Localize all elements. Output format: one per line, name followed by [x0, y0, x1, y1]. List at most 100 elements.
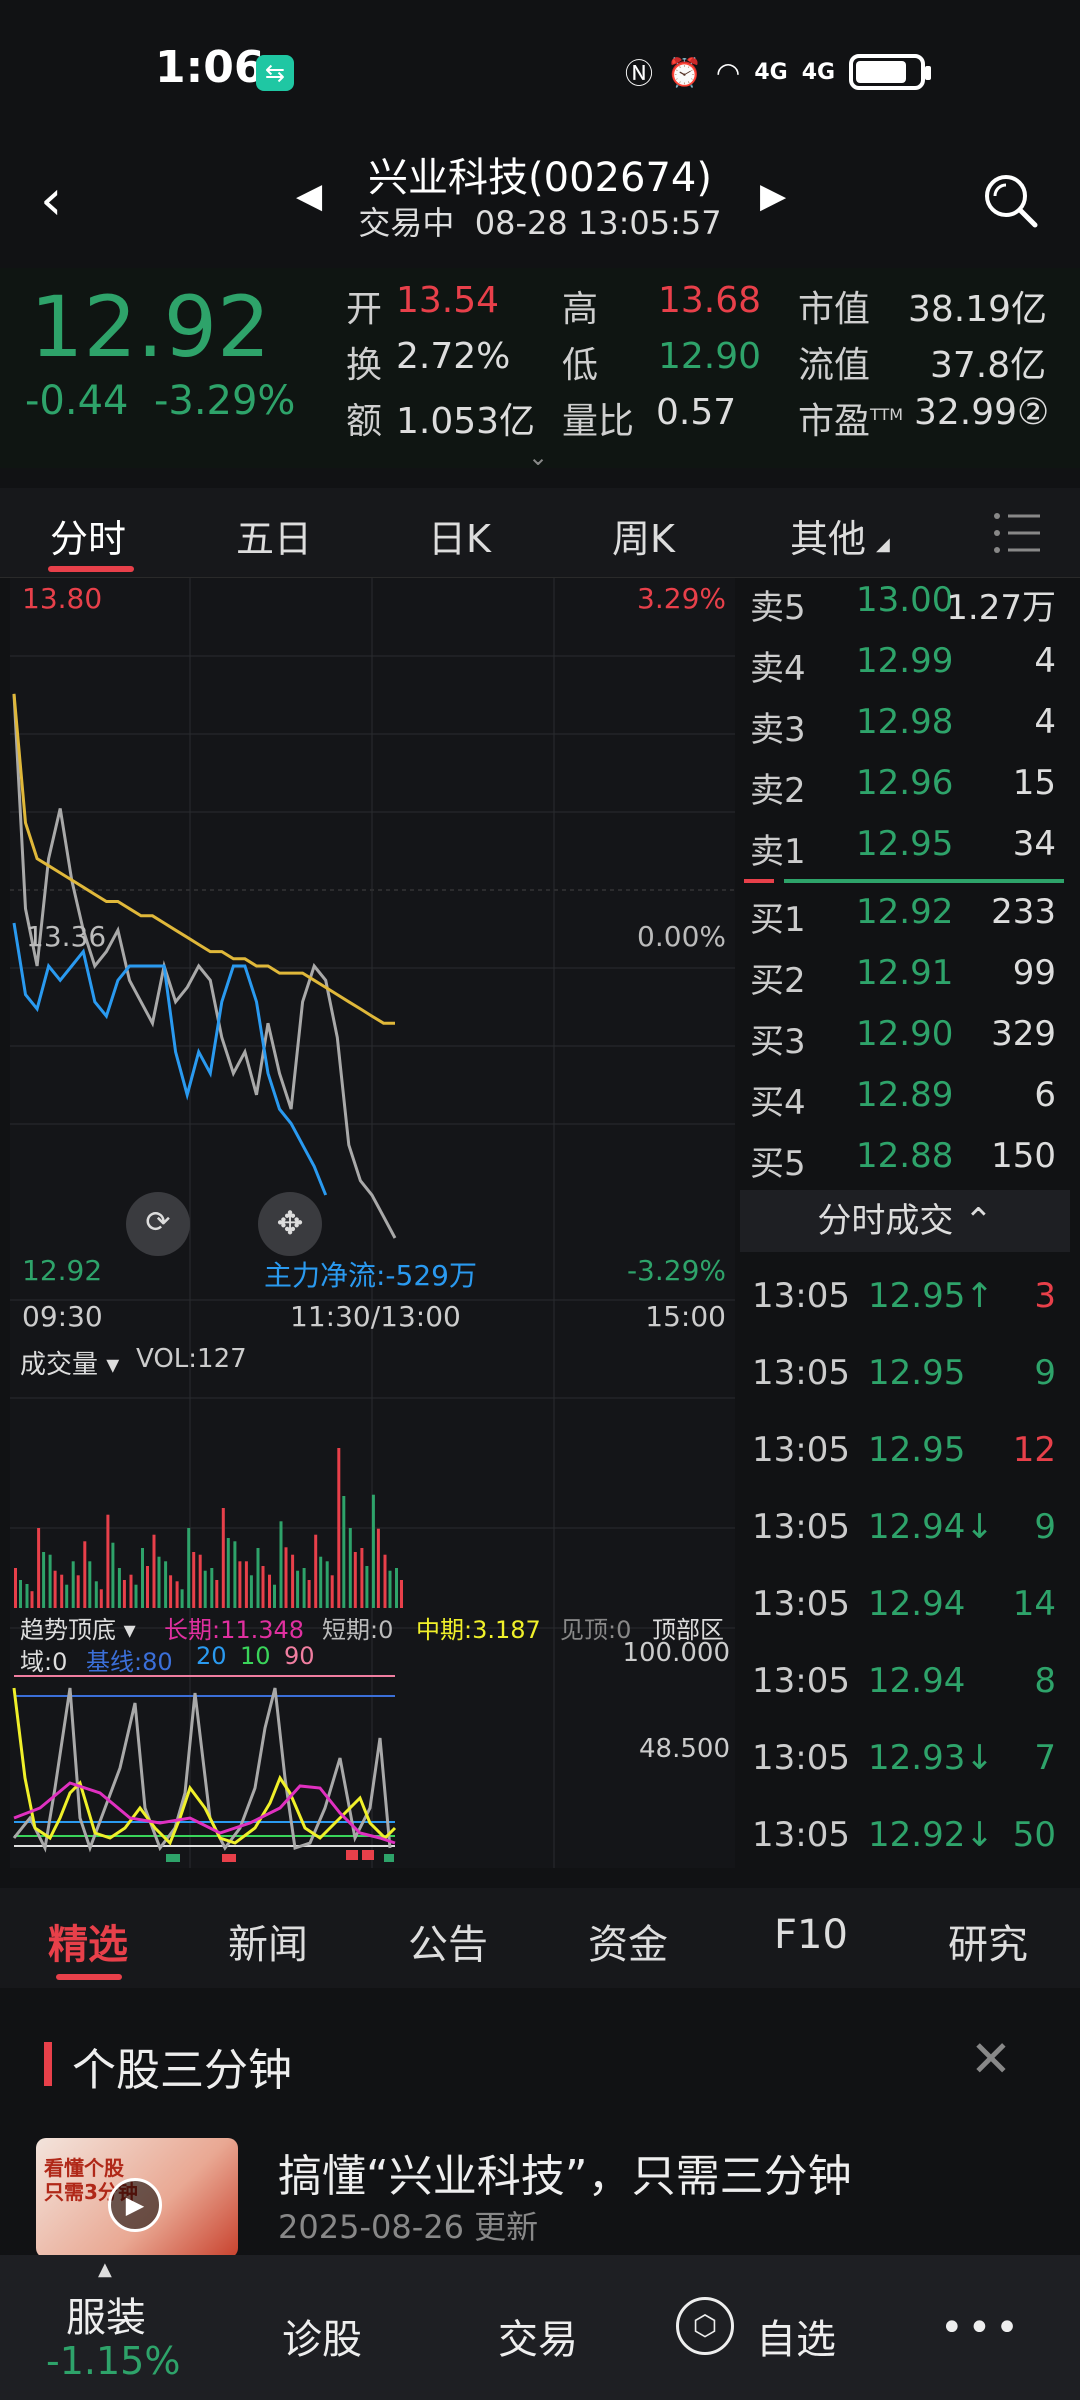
- volume-title[interactable]: 成交量 ▾: [20, 1344, 119, 1381]
- volume-bar: [106, 1514, 110, 1608]
- volume-bar: [400, 1580, 403, 1608]
- ask-price[interactable]: 12.96: [856, 763, 953, 803]
- trade-volume: 7: [1034, 1738, 1056, 1778]
- volume-bar: [376, 1528, 380, 1608]
- nav-diagnose[interactable]: 诊股: [282, 2307, 362, 2365]
- ask-level-label: 卖3: [750, 710, 806, 750]
- order-book: 卖5 13.00 1.27万 卖4 12.99 4 卖3 12.98 4 卖2 12.…: [740, 578, 1080, 1868]
- trade-time: 13:05: [752, 1507, 850, 1547]
- volume-bar: [88, 1561, 92, 1608]
- volume-bar: [111, 1542, 115, 1608]
- trades-toggle[interactable]: 分时成交 ⌃: [740, 1190, 1070, 1252]
- ask-price[interactable]: 12.95: [856, 824, 953, 864]
- close-icon[interactable]: ✕: [970, 2030, 1012, 2088]
- expand-chevron-icon[interactable]: ⌄: [528, 443, 548, 471]
- nav-watchlist[interactable]: 自选: [756, 2307, 836, 2365]
- trade-volume: 50: [1012, 1815, 1056, 1855]
- volume-bar: [169, 1575, 173, 1608]
- next-stock-button[interactable]: ▶: [760, 176, 786, 216]
- tab-funds[interactable]: 资金: [588, 1912, 668, 1970]
- intraday-chart-area[interactable]: 13.80 3.29% 13.36 0.00% 12.92 主力净流:-529万…: [0, 578, 740, 1868]
- move-arrows-icon: ✥: [276, 1204, 304, 1242]
- pe-value: 32.99②: [914, 392, 1050, 433]
- tab-weekly-k[interactable]: 周K: [612, 508, 675, 563]
- news-title[interactable]: 搞懂“兴业科技”，只需三分钟: [278, 2140, 852, 2204]
- bid-price[interactable]: 12.88: [856, 1136, 953, 1176]
- volume-bar: [249, 1575, 253, 1608]
- search-icon[interactable]: [980, 170, 1040, 230]
- amount-label: 额: [346, 401, 383, 442]
- list-settings-icon[interactable]: [992, 510, 1042, 556]
- tab-f10[interactable]: F10: [774, 1912, 848, 1958]
- volume-bar: [19, 1580, 22, 1608]
- move-chart-button[interactable]: ✥: [258, 1192, 322, 1256]
- bid-price[interactable]: 12.90: [856, 1014, 953, 1054]
- indicator-name: 趋势顶底: [20, 1616, 116, 1644]
- ask-volume: 1.27万: [946, 588, 1056, 628]
- tab-news[interactable]: 新闻: [228, 1912, 308, 1970]
- volume-bar: [296, 1570, 300, 1608]
- open-label: 开: [346, 289, 383, 330]
- trade-volume: 9: [1034, 1353, 1056, 1393]
- float-value: 37.8亿: [930, 345, 1047, 386]
- ask-price[interactable]: 13.00: [856, 580, 953, 620]
- trade-price: 12.92↓: [868, 1815, 994, 1855]
- ask-volume: 4: [1034, 641, 1056, 681]
- video-thumbnail[interactable]: 看懂个股 只需3分钟 ▶: [36, 2138, 238, 2258]
- volume-bar: [330, 1575, 334, 1608]
- tab-other[interactable]: 其他: [790, 508, 866, 563]
- bid-level-label: 买5: [750, 1144, 806, 1184]
- watchlist-icon[interactable]: ⬡: [676, 2297, 734, 2355]
- nav-trade[interactable]: 交易: [498, 2307, 578, 2365]
- low-label: 低: [562, 345, 599, 386]
- indicator-short: 短期:0: [322, 1616, 394, 1644]
- volume-bar: [233, 1541, 237, 1608]
- bid-level-label: 买3: [750, 1022, 806, 1062]
- volume-bar: [48, 1554, 52, 1608]
- indicator-selector[interactable]: 趋势顶底 ▾: [20, 1610, 136, 1645]
- tab-announcements[interactable]: 公告: [408, 1912, 488, 1970]
- bid-price[interactable]: 12.92: [856, 892, 953, 932]
- stock-title: 兴业科技(002674): [368, 155, 712, 201]
- app-badge-icon: ⇆: [256, 55, 294, 91]
- time-axis-mid: 11:30/13:00: [290, 1300, 461, 1333]
- bid-price[interactable]: 12.89: [856, 1075, 953, 1115]
- tab-research[interactable]: 研究: [948, 1912, 1028, 1970]
- clock: 1:06: [155, 42, 265, 93]
- volume-bar: [122, 1580, 126, 1608]
- trade-volume: 9: [1034, 1507, 1056, 1547]
- tab-daily-k[interactable]: 日K: [428, 508, 491, 563]
- ask-price[interactable]: 12.98: [856, 702, 953, 742]
- volume-bar: [256, 1548, 260, 1608]
- bid-price[interactable]: 12.91: [856, 953, 953, 993]
- quote-datetime: 08-28 13:05:57: [474, 204, 722, 242]
- volume-bar: [134, 1584, 138, 1608]
- volume-bar: [117, 1568, 121, 1608]
- tab-featured[interactable]: 精选: [48, 1912, 128, 1970]
- trade-time: 13:05: [752, 1276, 850, 1316]
- play-icon[interactable]: ▶: [108, 2178, 162, 2232]
- trade-volume: 14: [1012, 1584, 1056, 1624]
- open-value: 13.54: [396, 280, 500, 321]
- rotate-screen-button[interactable]: ⟳: [126, 1192, 190, 1256]
- pct-axis-top: 3.29%: [637, 582, 726, 615]
- volume-bar: [273, 1584, 276, 1608]
- sector-name[interactable]: 服装: [66, 2285, 146, 2343]
- net-flow-label: 主力净流:-529万: [264, 1259, 477, 1292]
- pct-axis-bottom: -3.29%: [626, 1254, 726, 1287]
- ask-volume: 34: [1012, 824, 1056, 864]
- chart-tabs: 分时 五日 日K 周K 其他 ◢: [0, 488, 1080, 578]
- ask-price[interactable]: 12.99: [856, 641, 953, 681]
- volume-bar: [60, 1574, 64, 1608]
- ask-volume: 15: [1012, 763, 1056, 803]
- more-icon[interactable]: •••: [940, 2305, 1023, 2351]
- tab-five-day[interactable]: 五日: [236, 508, 312, 563]
- indicator-axis-mid: 48.500: [639, 1734, 730, 1764]
- news-date: 2025-08-26 更新: [278, 2208, 539, 2246]
- tab-intraday[interactable]: 分时: [50, 508, 126, 563]
- volume-bar: [238, 1561, 242, 1608]
- high-value: 13.68: [658, 280, 762, 321]
- volume-bar: [65, 1584, 69, 1608]
- volume-bar: [129, 1574, 133, 1608]
- ask-level-label: 卖5: [750, 588, 806, 628]
